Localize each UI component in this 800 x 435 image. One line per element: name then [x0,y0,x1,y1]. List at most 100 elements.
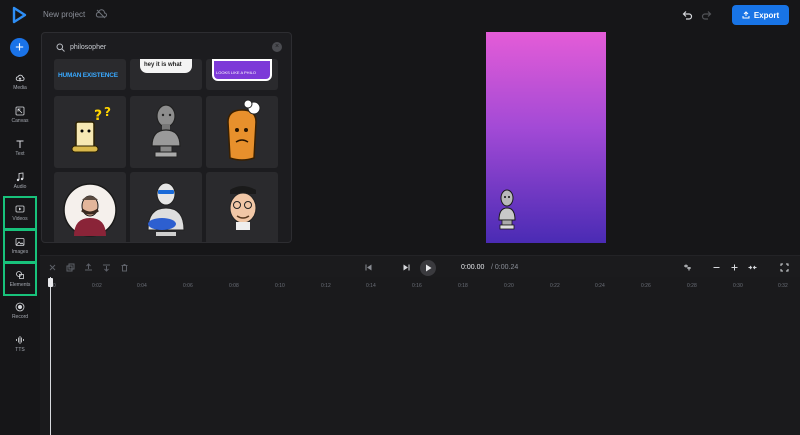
statue-sticker-on-canvas[interactable] [496,188,518,232]
tick-label: 0:12 [321,283,331,289]
tick-label: 0:20 [504,283,514,289]
canvas-resize-icon [15,106,25,116]
thinking-bread-sticker [227,99,261,161]
sticker-tile[interactable] [54,172,126,242]
tick-label: 0 [53,283,56,289]
sidebar-item-label: Audio [13,184,27,190]
upload-cloud-icon [15,74,25,82]
nietzsche-badge-sticker [63,183,117,237]
skip-back-icon[interactable] [364,263,373,272]
tick-label: 0:02 [92,283,102,289]
timeline-toolbar: 0:00.00 / 0:00.24 [40,255,800,277]
sidebar-item-record[interactable]: Record [5,296,35,326]
shapes-icon [16,271,24,279]
sticker-tile[interactable] [130,172,202,242]
text-icon [16,140,24,148]
sticker-tile[interactable]: ? ? [54,96,126,168]
sticker-text: hey it is what [144,62,182,68]
sticker-tile[interactable]: hey it is what [130,59,202,90]
video-editor: New project Export + Media Canvas Text A… [0,0,800,435]
elements-panel: philosopher × HUMAN EXISTENCE hey it is … [41,32,292,243]
trash-icon[interactable] [120,263,129,272]
sidebar-item-label: Images [11,249,29,255]
bring-forward-icon[interactable] [84,263,93,272]
svg-text:?: ? [94,108,102,124]
total-time: / 0:00.24 [491,264,519,271]
sidebar-item-label: Canvas [11,118,29,124]
playhead-handle[interactable] [48,278,53,287]
sidebar-item-label: Videos [12,216,28,222]
sidebar-item-label: Media [13,85,27,91]
sidebar-item-label: Record [11,314,29,320]
tick-label: 0:28 [687,283,697,289]
sound-wave-icon [16,336,24,344]
search-bar[interactable]: philosopher × [50,39,286,55]
marx-head-sticker [229,186,257,230]
sidebar-item-audio[interactable]: Audio [5,166,35,196]
sidebar: + Media Canvas Text Audio Videos Images … [0,30,40,435]
sidebar-item-images[interactable]: Images [3,229,37,263]
undo-icon[interactable] [681,10,693,20]
sidebar-item-label: Text [15,151,25,157]
sticker-tile[interactable]: HUMAN EXISTENCE [54,59,126,90]
tick-label: 0:08 [229,283,239,289]
search-input[interactable]: philosopher [70,44,106,51]
sidebar-item-text[interactable]: Text [5,133,35,163]
tick-label: 0:04 [137,283,147,289]
image-icon [15,238,25,246]
top-bar: New project Export [0,0,800,30]
export-button[interactable]: Export [732,5,789,25]
export-icon [742,11,750,19]
sticker-tile[interactable]: LOOKS LIKE A PHILO [206,59,278,90]
confused-scroll-sticker: ? ? [71,105,111,153]
tick-label: 0:22 [550,283,560,289]
record-icon [15,302,25,312]
add-button[interactable]: + [10,38,29,57]
statue-bust-sticker [151,104,181,158]
send-backward-icon[interactable] [102,263,111,272]
cool-statue-sticker [147,182,185,236]
play-button[interactable] [420,260,436,276]
tick-label: 0:16 [412,283,422,289]
tick-label: 0:30 [733,283,743,289]
zoom-in-icon[interactable] [730,263,739,272]
clear-search-icon[interactable]: × [272,42,282,52]
sticker-tile[interactable] [206,172,278,242]
tick-label: 0:18 [458,283,468,289]
sidebar-item-label: Elements [9,282,31,288]
skip-forward-icon[interactable] [402,263,411,272]
tick-label: 0:06 [183,283,193,289]
scissors-icon[interactable] [48,263,57,272]
split-track-icon[interactable] [683,263,692,272]
project-title[interactable]: New project [43,10,85,19]
tick-label: 0:14 [366,283,376,289]
sidebar-item-elements[interactable]: Elements [3,262,37,296]
music-note-icon [16,172,24,182]
sidebar-item-media[interactable]: Media [5,67,35,97]
tick-label: 0:10 [275,283,285,289]
tick-label: 0:24 [595,283,605,289]
tick-label: 0:32 [778,283,788,289]
current-time: 0:00.00 [461,264,485,271]
zoom-out-icon[interactable] [712,263,721,272]
tick-label: 0:26 [641,283,651,289]
export-label: Export [753,10,780,20]
sidebar-item-tts[interactable]: TTS [5,329,35,359]
fit-timeline-icon[interactable] [748,263,757,272]
sidebar-item-label: TTS [15,347,25,353]
sidebar-item-canvas[interactable]: Canvas [5,100,35,130]
copy-icon[interactable] [66,263,75,272]
sticker-tile[interactable] [130,96,202,168]
timeline-ruler[interactable]: 0 0:02 0:04 0:06 0:08 0:10 0:12 0:14 0:1… [40,277,800,435]
playhead-line[interactable] [50,277,51,435]
cloud-sync-icon [95,9,107,19]
video-icon [15,205,25,213]
fullscreen-icon[interactable] [780,263,789,272]
sidebar-item-videos[interactable]: Videos [3,196,37,230]
app-logo-icon[interactable] [11,6,27,24]
sticker-text: HUMAN EXISTENCE [58,72,118,79]
redo-icon[interactable] [701,10,713,20]
play-icon [426,264,432,272]
sticker-tile[interactable] [206,96,278,168]
sticker-text: LOOKS LIKE A PHILO [216,70,257,75]
